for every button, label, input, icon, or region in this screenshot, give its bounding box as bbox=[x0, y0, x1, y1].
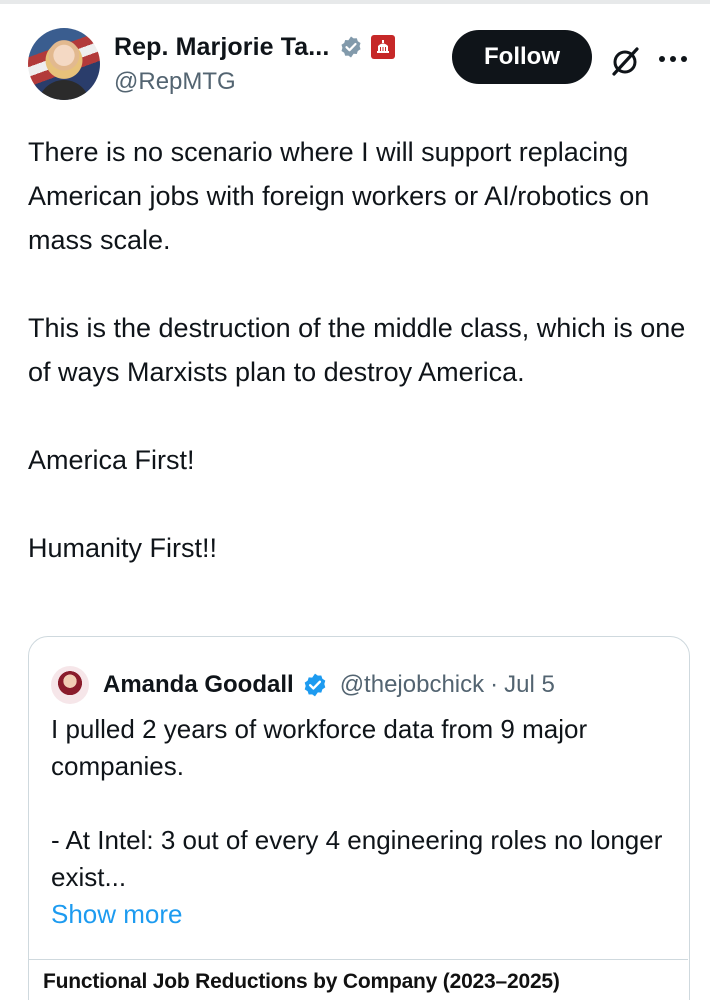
show-more-link[interactable]: Show more bbox=[51, 896, 671, 933]
meta-separator: · bbox=[490, 671, 499, 698]
government-flag-icon bbox=[371, 35, 396, 59]
top-divider bbox=[0, 0, 710, 4]
grok-icon[interactable] bbox=[608, 44, 642, 78]
tweet-paragraph: Humanity First!! bbox=[28, 533, 218, 563]
author-handle[interactable]: @RepMTG bbox=[114, 68, 236, 96]
author-avatar[interactable] bbox=[28, 28, 100, 100]
quoted-tweet-date[interactable]: Jul 5 bbox=[504, 671, 555, 699]
tweet-text: There is no scenario where I will suppor… bbox=[28, 130, 698, 570]
tweet-paragraph: There is no scenario where I will suppor… bbox=[28, 137, 650, 255]
verified-badge-icon[interactable] bbox=[302, 672, 328, 698]
tweet-page: Rep. Marjorie Ta... @RepMTG Follow There… bbox=[0, 0, 710, 1000]
tweet-header: Rep. Marjorie Ta... @RepMTG Follow bbox=[28, 26, 698, 102]
author-display-name[interactable]: Rep. Marjorie Ta... bbox=[114, 33, 329, 62]
quoted-tweet-text: I pulled 2 years of workforce data from … bbox=[51, 711, 671, 933]
verified-government-icon[interactable] bbox=[339, 35, 363, 59]
media-chart-title: Functional Job Reductions by Company (20… bbox=[43, 970, 560, 993]
quoted-media-image[interactable]: Functional Job Reductions by Company (20… bbox=[29, 959, 688, 1000]
more-options-icon[interactable] bbox=[656, 44, 690, 74]
quoted-paragraph: I pulled 2 years of workforce data from … bbox=[51, 714, 588, 781]
quoted-tweet-header: Amanda Goodall @thejobchick · Jul 5 bbox=[51, 665, 555, 705]
quoted-tweet-card[interactable]: Amanda Goodall @thejobchick · Jul 5 I pu… bbox=[28, 636, 690, 1000]
follow-button[interactable]: Follow bbox=[452, 30, 592, 84]
tweet-paragraph: America First! bbox=[28, 445, 195, 475]
quoted-paragraph: - At Intel: 3 out of every 4 engineering… bbox=[51, 825, 663, 892]
quoted-author-name[interactable]: Amanda Goodall bbox=[103, 671, 294, 699]
tweet-paragraph: This is the destruction of the middle cl… bbox=[28, 313, 686, 387]
quoted-author-handle[interactable]: @thejobchick bbox=[340, 671, 484, 699]
author-name-row: Rep. Marjorie Ta... bbox=[114, 30, 396, 64]
quoted-author-avatar[interactable] bbox=[51, 666, 89, 704]
